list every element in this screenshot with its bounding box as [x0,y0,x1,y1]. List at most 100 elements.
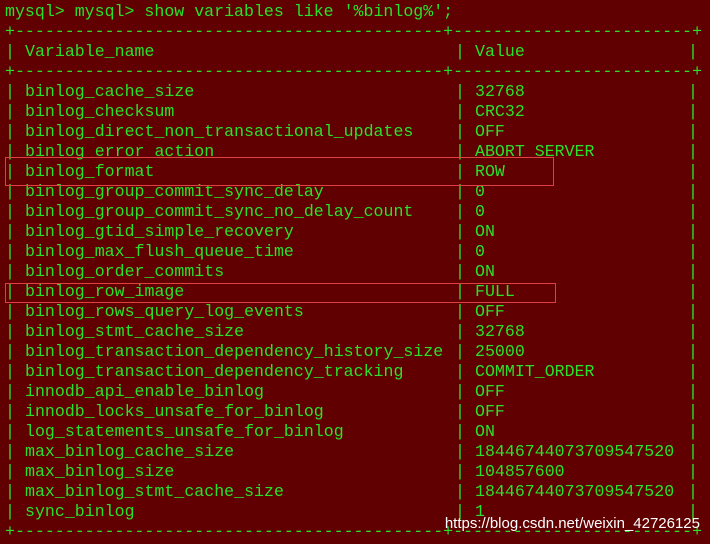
pipe-separator: | [688,222,698,241]
table-row: | binlog_transaction_dependency_history_s… [5,342,705,362]
pipe-separator: | [455,182,465,201]
pipe-separator: | [5,262,15,281]
pipe-separator: | [455,142,465,161]
pipe-separator: | [5,322,15,341]
pipe-separator: | [5,202,15,221]
variable-value-cell: ABORT_SERVER [475,142,595,161]
pipe-separator: | [5,462,15,481]
variable-name-cell: binlog_error_action [25,142,215,161]
pipe-separator: | [5,342,15,361]
pipe-separator: | [455,482,465,501]
variable-name-cell: max_binlog_size [25,462,175,481]
variable-name-cell: binlog_group_commit_sync_no_delay_count [25,202,414,221]
pipe-separator: | [688,322,698,341]
pipe-separator: | [688,262,698,281]
variable-value-cell: ON [475,222,495,241]
table-row: | binlog_error_action | ABORT_SERVER | [5,142,705,162]
pipe-separator: | [455,222,465,241]
pipe-separator: | [688,142,698,161]
pipe-separator: | [455,42,465,61]
variable-value-cell: ROW [475,162,505,181]
variable-value-cell: FULL [475,282,515,301]
pipe-separator: | [5,122,15,141]
variable-name-cell: binlog_format [25,162,155,181]
variable-name-cell: binlog_gtid_simple_recovery [25,222,294,241]
table-row: | binlog_direct_non_transactional_updates… [5,122,705,142]
table-row: | binlog_row_image | FULL | [5,282,705,302]
pipe-separator: | [5,242,15,261]
command-prompt: mysql> mysql> show variables like '%binl… [5,2,454,21]
pipe-separator: | [5,422,15,441]
variable-value-cell: ON [475,262,495,281]
pipe-separator: | [455,322,465,341]
variable-name-cell: sync_binlog [25,502,135,521]
variable-name-cell: binlog_row_image [25,282,185,301]
table-row: | binlog_format | ROW | [5,162,705,182]
variable-value-cell: 18446744073709547520 [475,482,675,501]
pipe-separator: | [688,342,698,361]
pipe-separator: | [455,302,465,321]
pipe-separator: | [455,262,465,281]
pipe-separator: | [5,182,15,201]
pipe-separator: | [455,462,465,481]
pipe-separator: | [5,42,15,61]
pipe-separator: | [688,82,698,101]
pipe-separator: | [455,82,465,101]
pipe-separator: | [455,162,465,181]
table-row: | max_binlog_size | 104857600 | [5,462,705,482]
pipe-separator: | [5,482,15,501]
table-row: | binlog_group_commit_sync_no_delay_count… [5,202,705,222]
pipe-separator: | [5,162,15,181]
table-row: | max_binlog_stmt_cache_size | 184467440737… [5,482,705,502]
pipe-separator: | [455,442,465,461]
pipe-separator: | [5,362,15,381]
table-row: | binlog_checksum | CRC32 | [5,102,705,122]
pipe-separator: | [5,382,15,401]
table-row: | innodb_api_enable_binlog | OFF | [5,382,705,402]
table-border-header: +---------------------------------------… [5,62,703,81]
variable-name-cell: binlog_order_commits [25,262,225,281]
pipe-separator: | [688,362,698,381]
pipe-separator: | [455,202,465,221]
variable-name-cell: binlog_checksum [25,102,175,121]
variable-value-cell: OFF [475,382,505,401]
variable-value-cell: 25000 [475,342,525,361]
pipe-separator: | [455,362,465,381]
pipe-separator: | [688,122,698,141]
pipe-separator: | [5,142,15,161]
variable-name-cell: binlog_stmt_cache_size [25,322,245,341]
pipe-separator: | [688,382,698,401]
variable-name-cell: binlog_max_flush_queue_time [25,242,294,261]
pipe-separator: | [5,102,15,121]
variable-value-cell: 18446744073709547520 [475,442,675,461]
pipe-separator: | [688,242,698,261]
pipe-separator: | [5,442,15,461]
variable-value-cell: 0 [475,202,485,221]
pipe-separator: | [5,222,15,241]
variable-value-cell: 0 [475,182,485,201]
pipe-separator: | [688,482,698,501]
table-header-row: | Variable_name | Value | [5,42,705,62]
pipe-separator: | [455,342,465,361]
variable-name-cell: binlog_transaction_dependency_tracking [25,362,404,381]
pipe-separator: | [688,182,698,201]
table-row: | binlog_group_commit_sync_delay | 0 | [5,182,705,202]
terminal-window[interactable]: mysql> mysql> show variables like '%binl… [0,0,710,544]
variable-name-cell: log_statements_unsafe_for_binlog [25,422,344,441]
variable-name-cell: max_binlog_stmt_cache_size [25,482,284,501]
variable-name-cell: binlog_cache_size [25,82,195,101]
pipe-separator: | [688,282,698,301]
pipe-separator: | [5,502,15,521]
variable-value-cell: OFF [475,302,505,321]
table-row: | max_binlog_cache_size | 18446744073709547… [5,442,705,462]
header-value: Value [475,42,525,61]
header-variable-name: Variable_name [25,42,155,61]
table-border-top: +---------------------------------------… [5,22,703,41]
pipe-separator: | [688,462,698,481]
pipe-separator: | [455,402,465,421]
table-row: | innodb_locks_unsafe_for_binlog | OFF | [5,402,705,422]
pipe-separator: | [688,442,698,461]
variable-value-cell: 32768 [475,322,525,341]
variable-value-cell: ON [475,422,495,441]
pipe-separator: | [688,202,698,221]
